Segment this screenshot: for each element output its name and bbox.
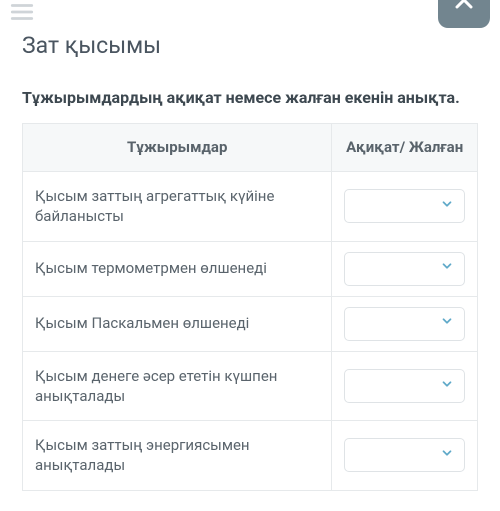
statement-text: Қысым заттың агрегаттық күйіне байланыст… xyxy=(23,172,332,242)
statement-text: Қысым термометрмен өлшенеді xyxy=(23,241,332,296)
chevron-down-icon xyxy=(440,196,454,216)
table-row: Қысым термометрмен өлшенеді xyxy=(23,241,478,296)
statement-text: Қысым денеге әсер ететін күшпен анықтала… xyxy=(23,351,332,421)
page-title: Зат қысымы xyxy=(22,32,478,59)
col-header-statements: Тұжырымдар xyxy=(23,123,332,172)
answer-select[interactable] xyxy=(344,189,465,223)
statement-text: Қысым заттың энергиясымен анықталады xyxy=(23,421,332,491)
table-row: Қысым денеге әсер ететін күшпен анықтала… xyxy=(23,351,478,421)
close-button[interactable] xyxy=(438,0,490,28)
chevron-down-icon xyxy=(440,445,454,465)
chevron-down-icon xyxy=(440,313,454,333)
statements-table: Тұжырымдар Ақиқат/ Жалған Қысым заттың а… xyxy=(22,123,478,491)
col-header-answer: Ақиқат/ Жалған xyxy=(332,123,478,172)
statement-text: Қысым Паскальмен өлшенеді xyxy=(23,296,332,351)
answer-select[interactable] xyxy=(344,438,465,472)
content: Зат қысымы Тұжырымдардың ақиқат немесе ж… xyxy=(0,32,500,491)
answer-select[interactable] xyxy=(344,307,465,341)
close-icon xyxy=(452,0,476,16)
topbar xyxy=(0,0,500,30)
answer-select[interactable] xyxy=(344,252,465,286)
chevron-down-icon xyxy=(440,258,454,278)
menu-button[interactable] xyxy=(0,0,44,36)
answer-select[interactable] xyxy=(344,369,465,403)
table-row: Қысым заттың энергиясымен анықталады xyxy=(23,421,478,491)
hamburger-icon xyxy=(9,0,35,29)
table-row: Қысым Паскальмен өлшенеді xyxy=(23,296,478,351)
chevron-down-icon xyxy=(440,376,454,396)
table-row: Қысым заттың агрегаттық күйіне байланыст… xyxy=(23,172,478,242)
instruction-text: Тұжырымдардың ақиқат немесе жалған екені… xyxy=(22,87,478,109)
